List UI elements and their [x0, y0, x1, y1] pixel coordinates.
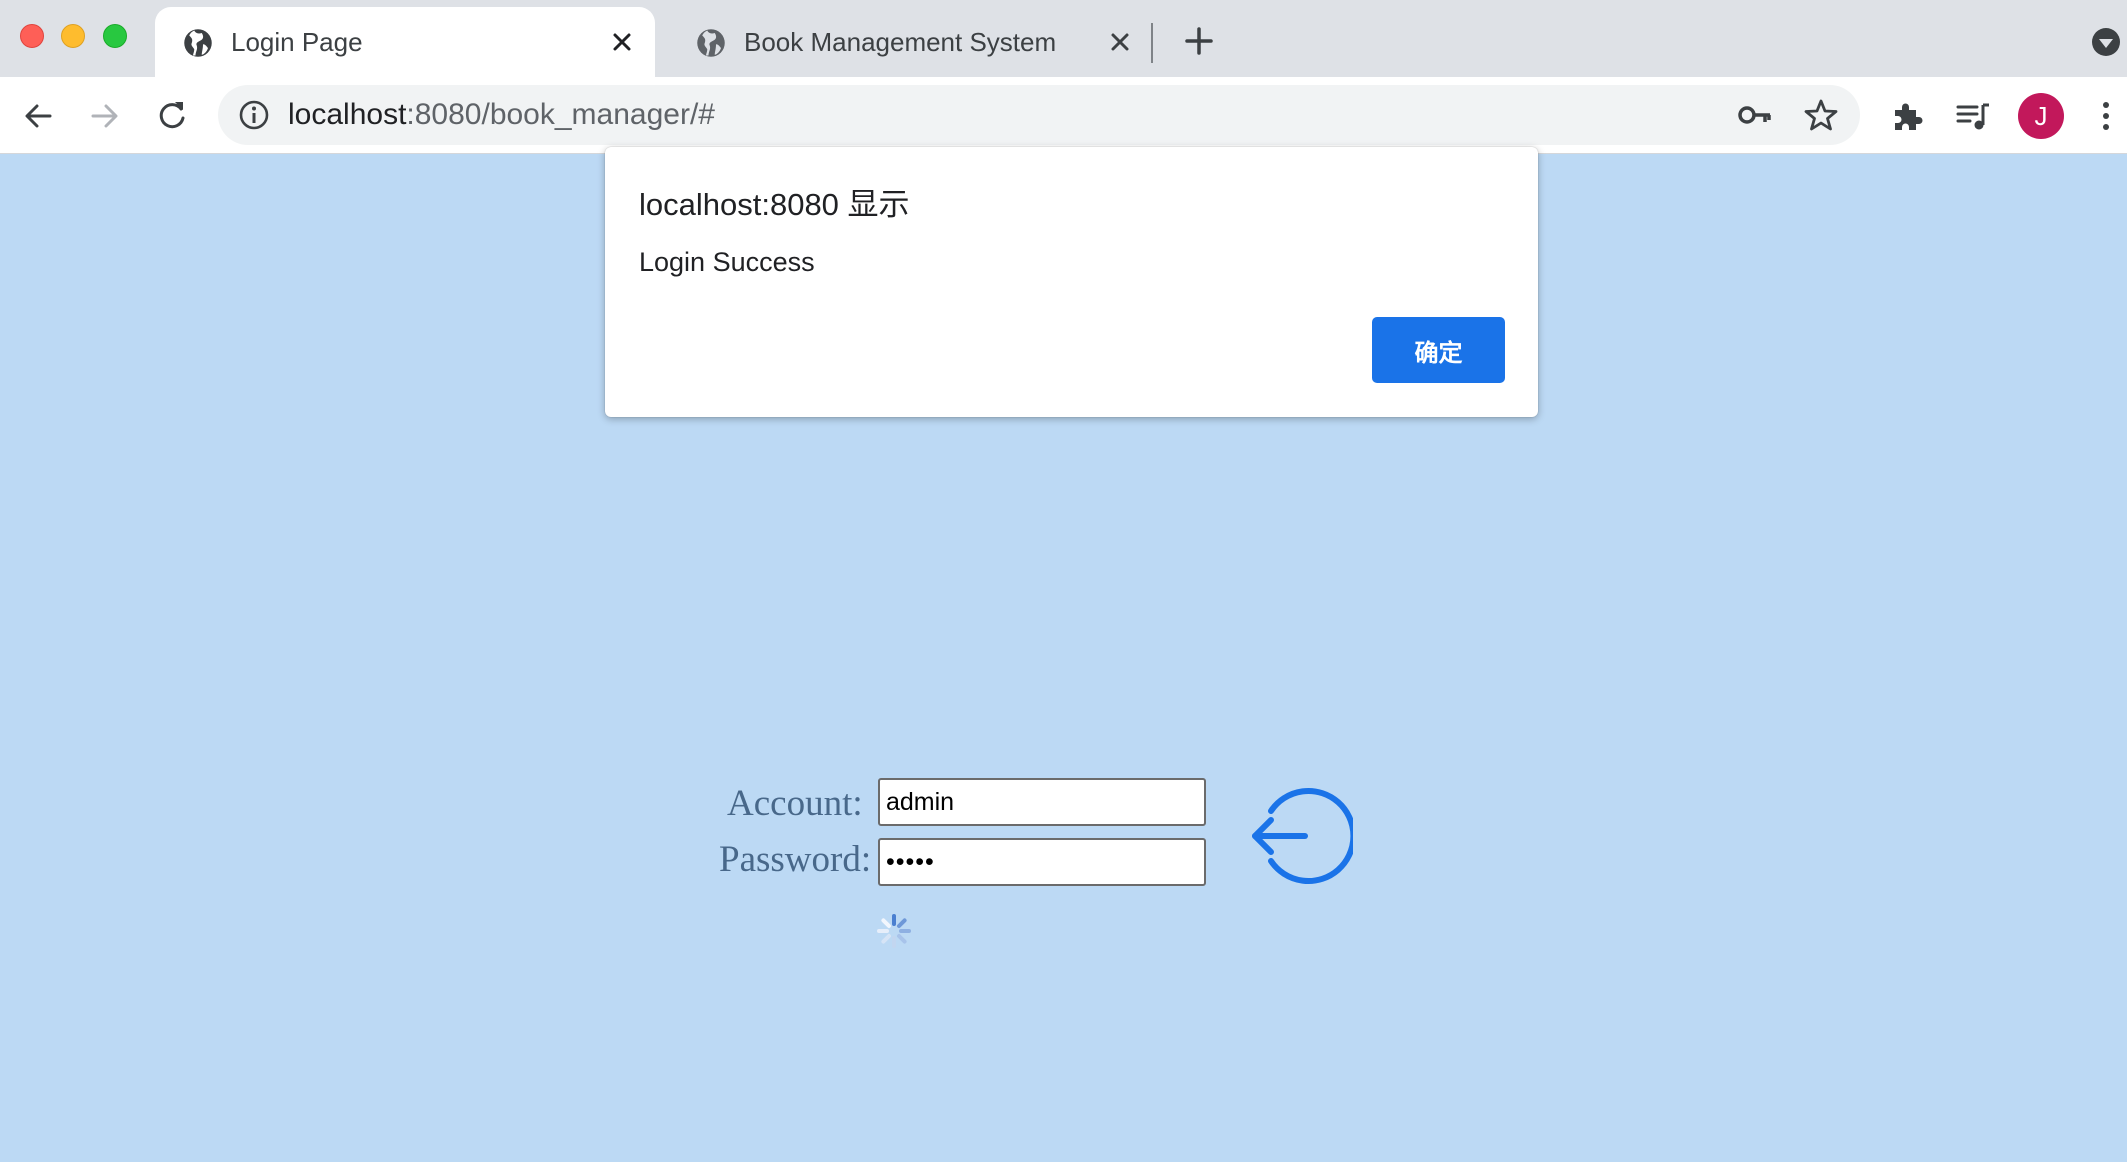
close-icon[interactable] [1105, 27, 1135, 57]
globe-icon [697, 29, 725, 57]
browser-window: Login Page Book Management System localh… [0, 0, 2127, 1162]
login-arrow-icon[interactable] [1247, 786, 1353, 886]
maximize-window-button[interactable] [103, 24, 127, 48]
avatar[interactable]: J [2018, 93, 2064, 139]
password-input[interactable]: ••••• [878, 838, 1206, 886]
account-input[interactable]: admin [878, 778, 1206, 826]
account-label: Account: [727, 783, 863, 824]
back-icon[interactable] [18, 96, 58, 136]
info-icon[interactable] [238, 99, 270, 131]
tab-divider [1151, 23, 1153, 63]
tab-search-icon[interactable] [2091, 27, 2121, 57]
key-icon[interactable] [1738, 99, 1772, 131]
dialog-title: localhost:8080 显示 [639, 187, 910, 222]
extensions-icon[interactable] [1888, 96, 1928, 136]
alert-dialog: localhost:8080 显示 Login Success 确定 [605, 147, 1538, 417]
browser-toolbar: localhost:8080/book_manager/# J [0, 77, 2127, 154]
close-icon[interactable] [607, 27, 637, 57]
loading-spinner-icon [877, 914, 911, 948]
address-bar[interactable]: localhost:8080/book_manager/# [218, 85, 1860, 145]
url-host: localhost [288, 98, 407, 131]
minimize-window-button[interactable] [61, 24, 85, 48]
url-path: :8080/book_manager/# [406, 98, 715, 131]
tab-login-page[interactable]: Login Page [155, 7, 655, 77]
tab-title: Login Page [231, 27, 363, 57]
forward-icon[interactable] [85, 96, 125, 136]
tab-strip: Login Page Book Management System [0, 0, 2127, 77]
star-icon[interactable] [1803, 97, 1839, 133]
tab-book-management[interactable]: Book Management System [668, 7, 1144, 77]
menu-icon[interactable] [2086, 96, 2126, 136]
globe-icon [184, 29, 212, 57]
new-tab-icon[interactable] [1183, 25, 1215, 57]
reload-icon[interactable] [152, 96, 192, 136]
tab-title: Book Management System [744, 27, 1057, 57]
media-icon[interactable] [1953, 96, 1993, 136]
ok-button[interactable]: 确定 [1372, 317, 1505, 383]
url-text[interactable]: localhost:8080/book_manager/# [288, 98, 715, 132]
dialog-message: Login Success [639, 247, 815, 277]
password-label: Password: [719, 839, 872, 880]
close-window-button[interactable] [20, 24, 44, 48]
